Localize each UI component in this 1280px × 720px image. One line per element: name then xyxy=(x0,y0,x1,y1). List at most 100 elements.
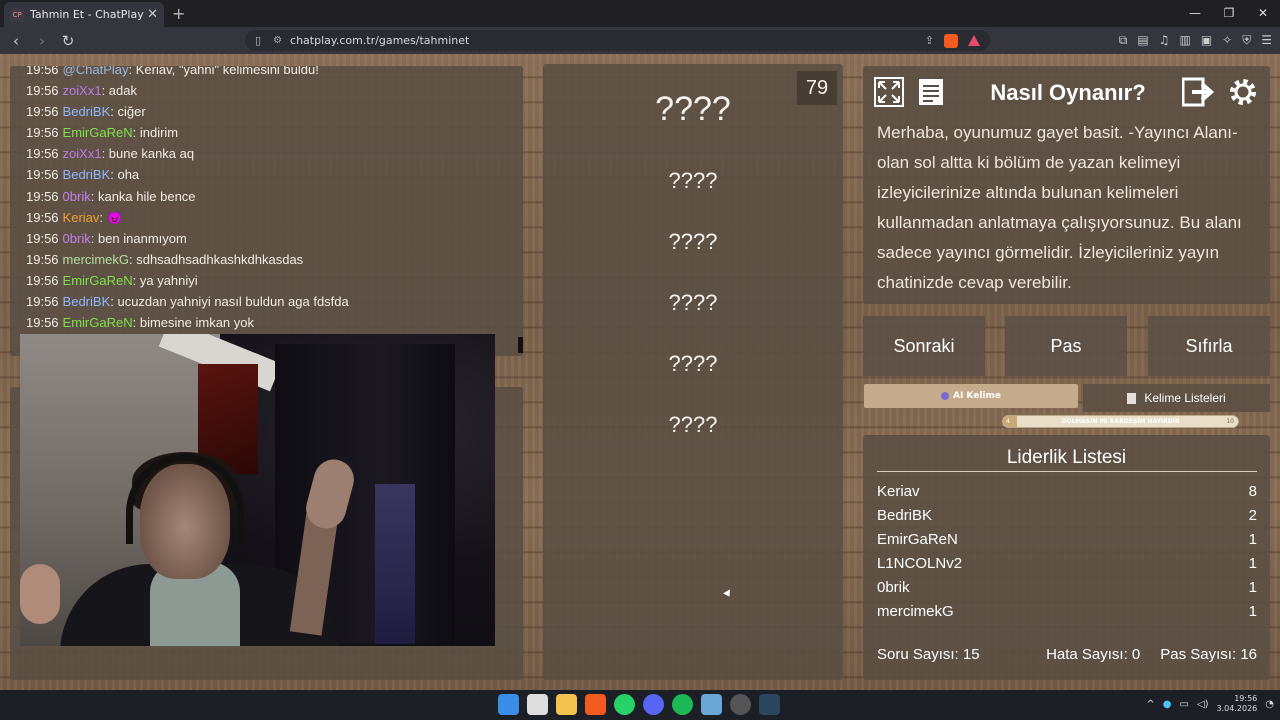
chat-text: : bune kanka aq xyxy=(101,146,195,162)
brave-rewards-icon[interactable] xyxy=(968,35,980,46)
start-icon[interactable] xyxy=(498,694,519,715)
chat-timestamp: 19:56 xyxy=(26,272,59,288)
sidebar-icon[interactable]: ▥ xyxy=(1179,33,1190,48)
tab-title: Tahmin Et - ChatPlay xyxy=(30,8,144,21)
player-score: 1 xyxy=(1248,603,1257,620)
chat-username[interactable]: zoiXx1 xyxy=(63,146,102,161)
clock[interactable]: 19:56 3.04.2026 xyxy=(1217,694,1258,714)
app-icon[interactable] xyxy=(701,694,722,715)
reader-icon[interactable]: ▤ xyxy=(1137,33,1148,48)
chat-username[interactable]: BedriBK xyxy=(63,104,111,119)
chat-username[interactable]: mercimekG xyxy=(63,252,129,267)
word-lists-button[interactable]: Kelime Listeleri xyxy=(1083,384,1270,412)
hidden-word: ???? xyxy=(668,412,718,437)
player-score: 1 xyxy=(1248,579,1257,596)
bookmark-icon[interactable]: ▯ xyxy=(255,34,261,47)
chat-username[interactable]: EmirGaReN xyxy=(63,315,133,330)
close-tab-icon[interactable]: ✕ xyxy=(147,7,158,22)
chat-username[interactable]: BedriBK xyxy=(63,167,111,182)
restore-icon[interactable]: ❐ xyxy=(1212,0,1246,27)
file-explorer-icon[interactable] xyxy=(556,694,577,715)
ai-word-label: AI Kelime xyxy=(952,391,1002,401)
webcam-feed xyxy=(20,334,495,646)
pass-button[interactable]: Pas xyxy=(1005,316,1127,376)
chat-scrollbar[interactable] xyxy=(518,337,523,353)
chat-username[interactable]: BedriBK xyxy=(63,294,111,309)
discord-icon[interactable] xyxy=(643,694,664,715)
player-score: 1 xyxy=(1248,555,1257,572)
word-lists-label: Kelime Listeleri xyxy=(1144,391,1226,405)
chat-username[interactable]: @ChatPlay xyxy=(63,66,129,77)
chatplay-favicon: CP xyxy=(10,7,24,22)
exit-icon[interactable] xyxy=(1181,74,1217,110)
chat-username[interactable]: EmirGaReN xyxy=(63,125,133,140)
chat-username[interactable]: 0brik xyxy=(63,189,91,204)
browser-tab[interactable]: CP Tahmin Et - ChatPlay ✕ xyxy=(4,2,164,27)
forward-icon[interactable]: › xyxy=(32,32,52,50)
notification-icon[interactable]: ◔ xyxy=(1265,699,1274,710)
chat-timestamp: 19:56 xyxy=(26,167,59,183)
minimize-icon[interactable]: — xyxy=(1178,0,1212,27)
url-field[interactable]: ▯ ⚙ chatplay.com.tr/games/tahminet ⇪ xyxy=(245,30,990,51)
chat-message: 19:56 BedriBK: ucuzdan yahniyi nasıl buld… xyxy=(26,291,523,312)
address-bar: ‹ › ↻ ▯ ⚙ chatplay.com.tr/games/tahminet… xyxy=(0,27,1280,54)
fullscreen-icon[interactable] xyxy=(871,74,907,110)
hidden-word: ???? xyxy=(668,351,718,376)
network-icon[interactable]: ▭ xyxy=(1180,699,1189,710)
chat-text: : ya yahniyi xyxy=(132,272,198,288)
obs-icon[interactable] xyxy=(730,694,751,715)
difficulty-slider[interactable]: 4 DOLMASIN MI KARDEŞİM HAYIRDIR 10 xyxy=(1002,415,1239,428)
leo-icon[interactable]: ✧ xyxy=(1222,33,1232,48)
leaderboard-title: Liderlik Listesi xyxy=(1006,447,1127,468)
player-score: 1 xyxy=(1248,531,1257,548)
share-icon[interactable]: ⇪ xyxy=(925,34,934,47)
chat-username[interactable]: Keriav xyxy=(63,210,100,225)
extensions-icon[interactable]: ⧉ xyxy=(1119,33,1128,48)
slider-label: DOLMASIN MI KARDEŞİM HAYIRDIR xyxy=(1061,418,1180,425)
chat-message: 19:56 BedriBK: oha xyxy=(26,164,523,185)
menu-icon[interactable]: ☰ xyxy=(1261,33,1272,48)
player-score: 8 xyxy=(1248,483,1257,500)
volume-icon[interactable]: ◁) xyxy=(1197,699,1209,710)
chat-username[interactable]: 0brik xyxy=(63,231,91,246)
tray-overflow-icon[interactable]: ^ xyxy=(1146,699,1154,710)
ai-word-button[interactable]: AI Kelime xyxy=(864,384,1078,408)
widgets-icon[interactable] xyxy=(527,694,548,715)
player-name: Keriav xyxy=(877,483,920,500)
mic-icon[interactable]: ● xyxy=(1163,699,1172,710)
reload-icon[interactable]: ↻ xyxy=(58,32,78,50)
media-icon[interactable]: ♫ xyxy=(1159,33,1170,48)
vpn-icon[interactable]: ⛨ xyxy=(1242,33,1251,48)
steam-icon[interactable] xyxy=(759,694,780,715)
new-tab-icon[interactable]: + xyxy=(172,4,185,23)
brave-browser-icon[interactable] xyxy=(585,694,606,715)
spotify-icon[interactable] xyxy=(672,694,693,715)
close-window-icon[interactable]: ✕ xyxy=(1246,0,1280,27)
chat-message: 19:56 EmirGaReN: bimesine imkan yok xyxy=(26,312,523,333)
chat-timestamp: 19:56 xyxy=(26,83,59,99)
clock-time: 19:56 xyxy=(1234,694,1258,703)
document-icon[interactable] xyxy=(913,74,949,110)
webcam-purple-light xyxy=(375,484,415,644)
site-info-icon[interactable]: ⚙ xyxy=(273,35,282,46)
chat-text: : 😈 xyxy=(99,209,123,225)
leaderboard-panel: Liderlik Listesi Keriav 8 BedriBK 2 EmirGa… xyxy=(863,435,1270,680)
player-name: EmirGaReN xyxy=(877,531,958,548)
chat-text: : kanka hile bence xyxy=(90,188,196,204)
player-name: 0brik xyxy=(877,579,910,596)
chat-text: : ucuzdan yahniyi nasıl buldun aga fdsfd… xyxy=(110,294,349,310)
chat-timestamp: 19:56 xyxy=(26,315,59,331)
back-icon[interactable]: ‹ xyxy=(6,32,26,50)
slider-max: 10 xyxy=(1226,418,1234,425)
reset-button[interactable]: Sıfırla xyxy=(1148,316,1270,376)
settings-gear-icon[interactable] xyxy=(1225,74,1261,110)
wallet-icon[interactable]: ▣ xyxy=(1201,33,1212,48)
next-button[interactable]: Sonraki xyxy=(863,316,985,376)
brave-shields-icon[interactable] xyxy=(944,33,958,48)
player-name: BedriBK xyxy=(877,507,933,524)
chat-username[interactable]: EmirGaReN xyxy=(63,273,133,288)
chat-username[interactable]: zoiXx1 xyxy=(63,83,102,98)
chat-timestamp: 19:56 xyxy=(26,230,59,246)
chat-text: : Keriav, "yahni" kelimesini buldu! xyxy=(128,66,319,77)
whatsapp-icon[interactable] xyxy=(614,694,635,715)
